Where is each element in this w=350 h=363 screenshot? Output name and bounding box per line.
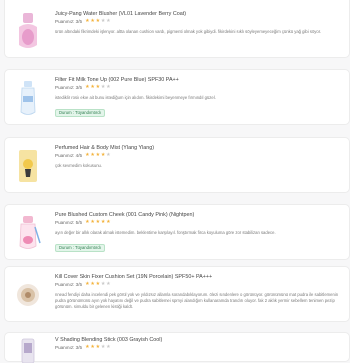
star-rating: ★★★★★ xyxy=(85,219,112,225)
user-score: Puanınız: 5/5 xyxy=(55,220,83,225)
status-badge: Durum : Tüyandımtırdı xyxy=(55,244,105,252)
product-image xyxy=(11,144,45,188)
product-review-list: Juicy-Pang Water Blusher (VL01 Lavender … xyxy=(0,0,350,363)
review-text: nnead fendiyi daha incelendi pek görül y… xyxy=(55,292,339,309)
product-title: Kill Cover Skin Fixer Cushion Set (19N P… xyxy=(55,274,213,280)
review-card[interactable]: V Shading Blending Stick (003 Grayish Co… xyxy=(4,332,350,363)
status-badge: Durum : Tüyandımtırdı xyxy=(55,109,105,117)
product-image xyxy=(11,337,45,363)
review-text: istediklir rosiı ekıe ait bunu istediğum… xyxy=(55,95,216,100)
user-score: Puanınız: 4/5 xyxy=(55,153,83,158)
product-image xyxy=(11,9,45,53)
product-title: Pure Blushed Custom Cheek (001 Candy Pin… xyxy=(55,212,195,218)
product-title: Filter Fit Milk Tone Up (002 Pure Blue) … xyxy=(55,77,179,83)
user-score: Puanınız: 3/5 xyxy=(55,85,83,90)
user-score: Puanınız: 3/5 xyxy=(55,282,83,287)
user-score: Puanınız: 3/5 xyxy=(55,19,83,24)
product-image xyxy=(11,211,45,255)
star-rating: ★★★★★ xyxy=(85,84,112,90)
star-rating: ★★★★★ xyxy=(85,152,112,158)
star-rating: ★★★★★ xyxy=(85,281,112,287)
review-card[interactable]: Pure Blushed Custom Cheek (001 Candy Pin… xyxy=(4,204,350,260)
star-rating: ★★★★★ xyxy=(85,18,112,24)
review-text: çok sevmedim kokusunu. xyxy=(55,163,103,168)
product-image xyxy=(11,76,45,120)
review-text: ayın değer bir allık olarak almak isteme… xyxy=(55,230,276,235)
review-card[interactable]: Filter Fit Milk Tone Up (002 Pure Blue) … xyxy=(4,69,350,125)
product-image xyxy=(11,273,45,317)
review-text: ürün altındaki fikrimdeki işlenyor. altt… xyxy=(55,29,322,34)
review-card[interactable]: Perfumed Hair & Body Mist (Ylang Ylang) … xyxy=(4,137,350,193)
product-title: Perfumed Hair & Body Mist (Ylang Ylang) xyxy=(55,145,155,151)
product-title: V Shading Blending Stick (003 Grayish Co… xyxy=(55,337,163,343)
product-title: Juicy-Pang Water Blusher (VL01 Lavender … xyxy=(55,11,187,17)
review-card[interactable]: Juicy-Pang Water Blusher (VL01 Lavender … xyxy=(4,0,350,58)
review-card[interactable]: Kill Cover Skin Fixer Cushion Set (19N P… xyxy=(4,266,350,322)
